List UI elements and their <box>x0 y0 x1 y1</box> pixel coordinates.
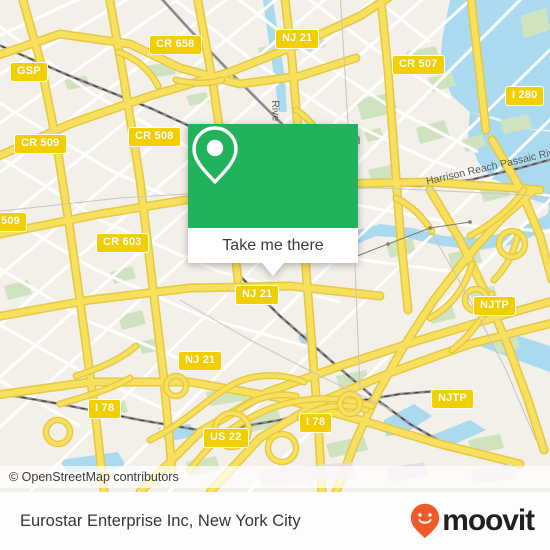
road-shield: NJTP <box>431 389 474 409</box>
road-shield: I 280 <box>505 86 545 106</box>
map-attribution[interactable]: © OpenStreetMap contributors <box>0 466 550 488</box>
place-title: Eurostar Enterprise Inc, New York City <box>20 511 301 530</box>
map-pin-icon <box>192 126 238 184</box>
road-shield: CR 603 <box>96 233 149 253</box>
road-shield: CR 508 <box>128 127 181 147</box>
road-shield: NJ 21 <box>235 285 280 305</box>
road-shield: I 78 <box>88 399 122 419</box>
road-shield: CR 509 <box>14 134 67 154</box>
footer-bar: Eurostar Enterprise Inc, New York City m… <box>0 492 550 550</box>
road-shield: NJ 21 <box>178 351 223 371</box>
moovit-pin-smiley-icon <box>411 503 440 539</box>
road-shield: GSP <box>10 62 48 82</box>
moovit-logo[interactable]: moovit <box>410 503 535 539</box>
callout-tail-icon <box>262 263 284 276</box>
attribution-text: © OpenStreetMap contributors <box>9 470 179 484</box>
road-shield: CR 507 <box>392 55 445 75</box>
road-shield: 509 <box>0 212 27 232</box>
road-shield: US 22 <box>203 428 249 448</box>
road-shield: NJ 21 <box>275 29 320 49</box>
map-label-river-vertical: Rive <box>269 100 282 122</box>
road-shield: CR 658 <box>149 35 202 55</box>
map-screenshot: GSP CR 658 NJ 21 CR 507 I 280 CR 509 CR 508 509… <box>0 0 550 550</box>
take-me-there-button[interactable]: Take me there <box>188 228 358 263</box>
road-shield: NJTP <box>473 296 516 316</box>
destination-callout[interactable]: Take me there <box>188 124 358 276</box>
map-canvas[interactable]: GSP CR 658 NJ 21 CR 507 I 280 CR 509 CR 508 509… <box>0 0 550 492</box>
moovit-wordmark: moovit <box>442 504 535 537</box>
callout-icon-area <box>188 124 358 228</box>
road-shield: I 78 <box>299 413 333 433</box>
